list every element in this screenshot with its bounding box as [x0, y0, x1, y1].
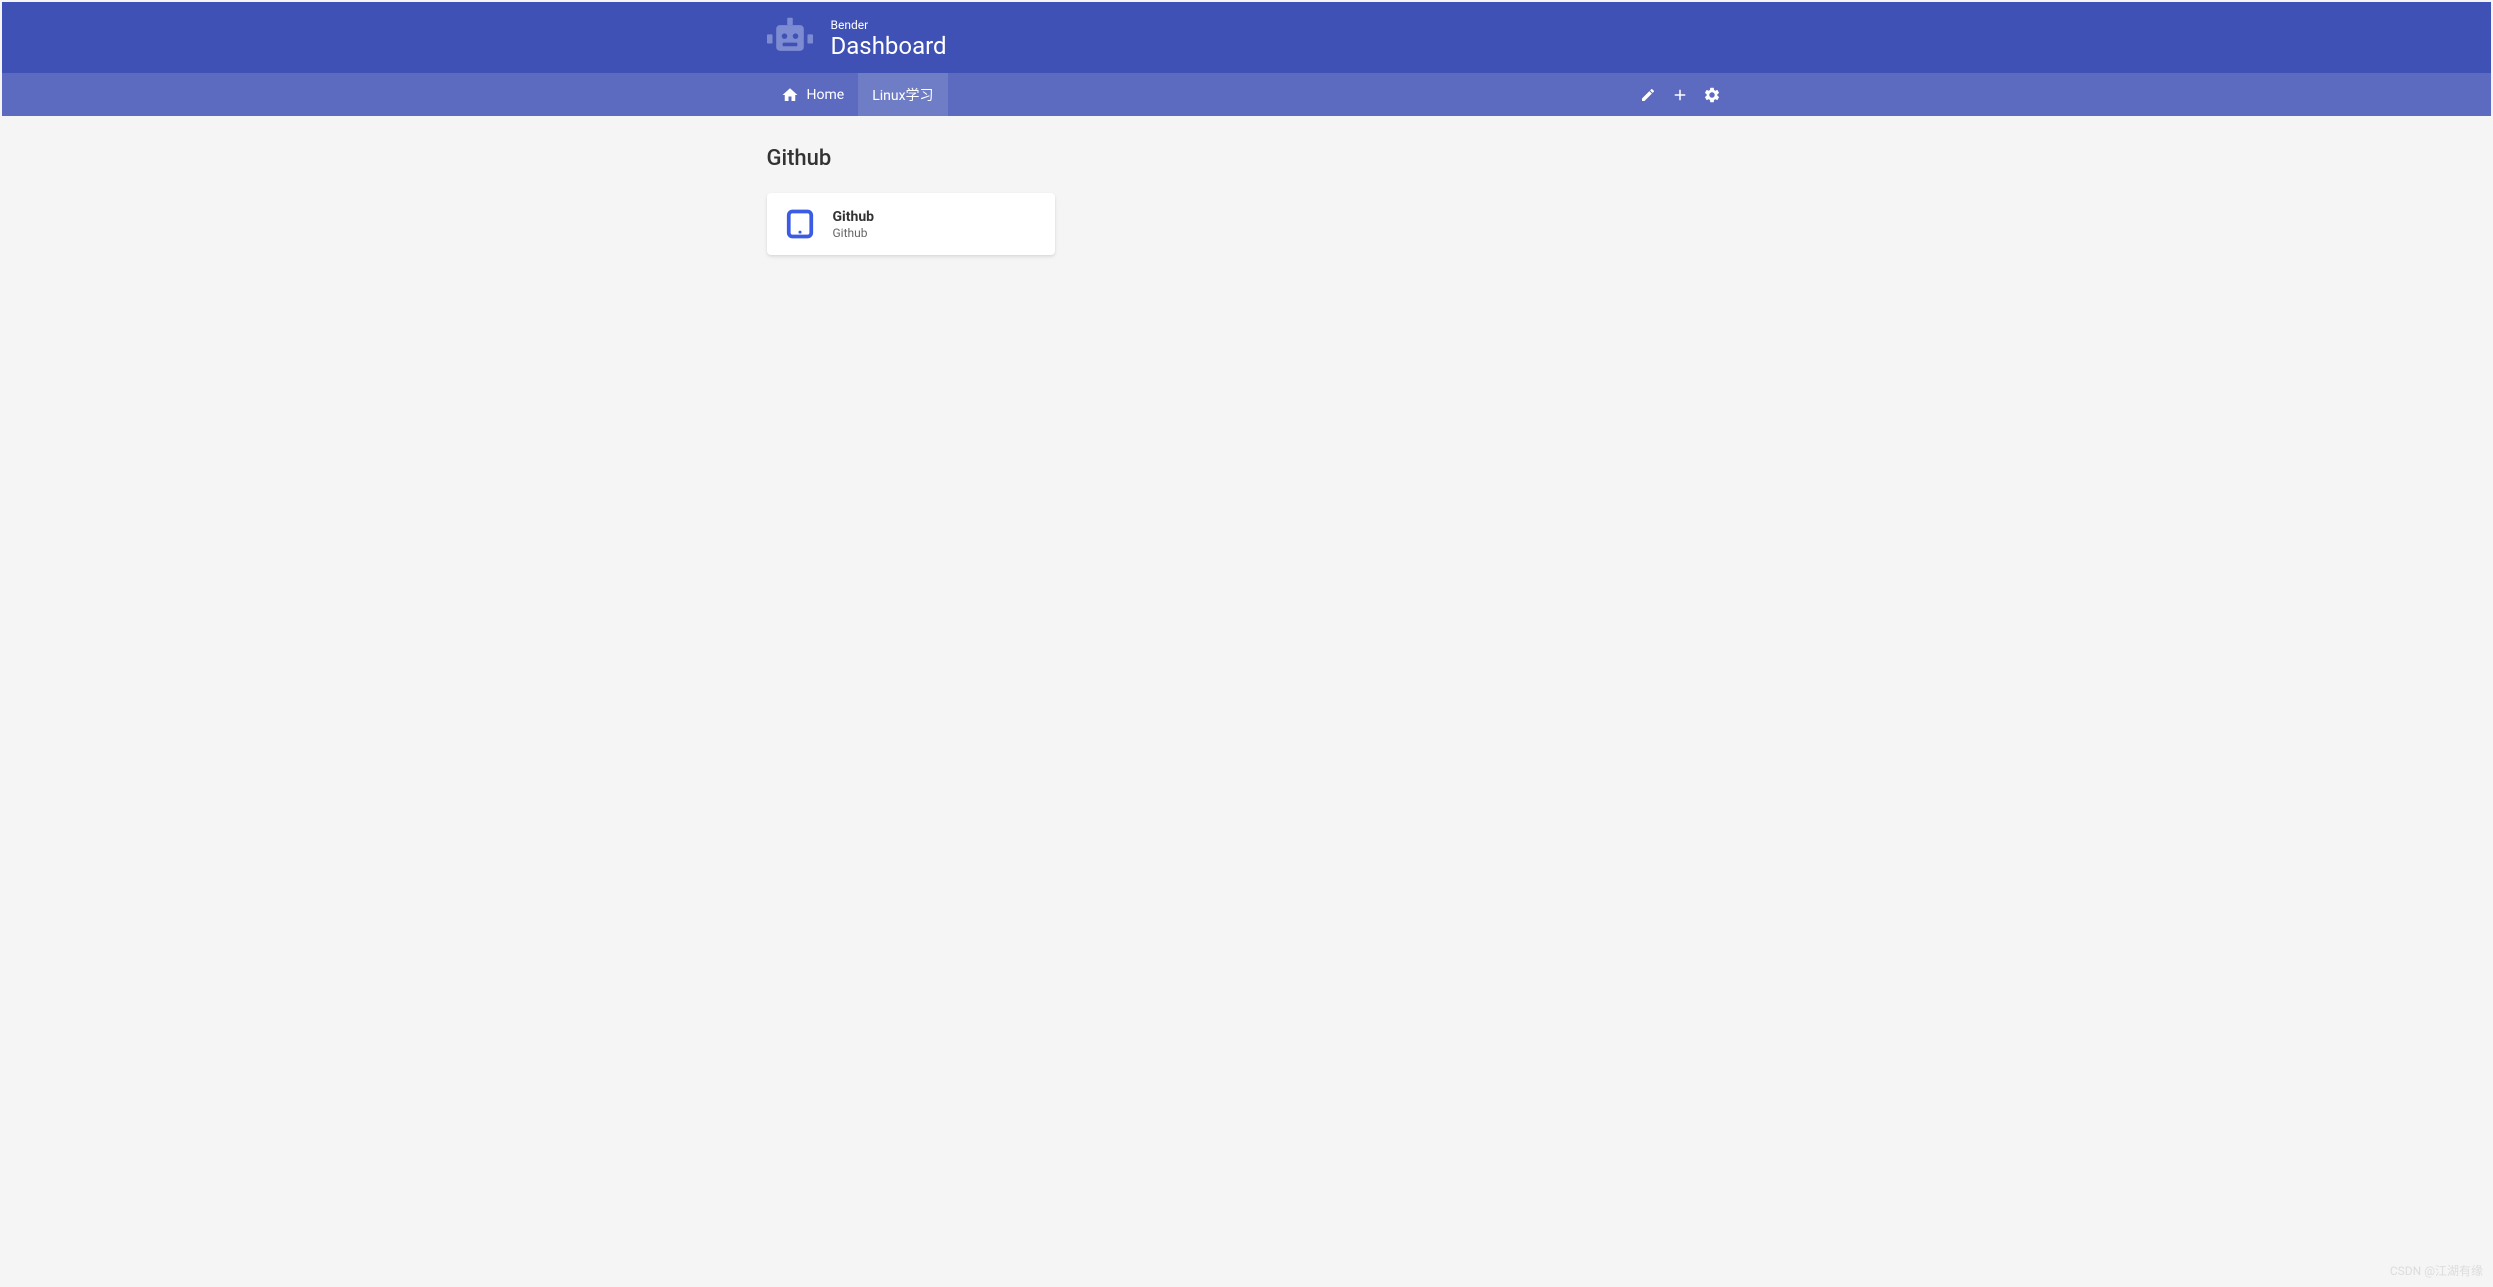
section-title: Github [767, 146, 1727, 171]
nav-tab-home[interactable]: Home [767, 73, 859, 116]
header-title: Dashboard [831, 34, 947, 58]
card-grid: Github Github [767, 193, 1727, 255]
header: Bender Dashboard [2, 2, 2491, 73]
pencil-icon [1640, 87, 1656, 103]
nav-tab-linux[interactable]: Linux学习 [858, 73, 947, 116]
home-icon [781, 86, 799, 104]
settings-button[interactable] [1703, 86, 1721, 104]
nav-actions [1639, 73, 1727, 116]
add-button[interactable] [1671, 86, 1689, 104]
edit-button[interactable] [1639, 86, 1657, 104]
card-subtitle: Github [833, 226, 875, 240]
nav-tab-label: Linux学习 [872, 85, 933, 105]
card-title: Github [833, 209, 875, 225]
card-github[interactable]: Github Github [767, 193, 1055, 255]
robot-logo-icon [767, 16, 813, 60]
nav-tabs: Home Linux学习 [767, 73, 948, 116]
tablet-icon [785, 209, 815, 239]
navbar: Home Linux学习 [2, 73, 2491, 116]
gear-icon [1703, 86, 1721, 104]
watermark: CSDN @江湖有缘 [2390, 1262, 2483, 1279]
header-subtitle: Bender [831, 18, 947, 32]
nav-tab-label: Home [807, 87, 845, 103]
main-content: Github Github Github [2, 116, 2491, 1283]
plus-icon [1671, 86, 1689, 104]
